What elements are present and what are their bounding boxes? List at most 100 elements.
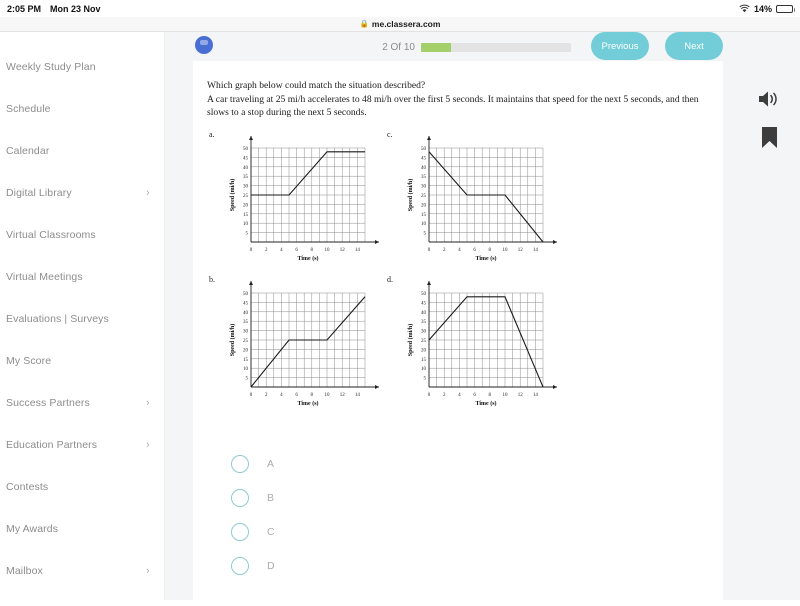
graph-option-a[interactable]: a. 0 2 4 6 8 10 12 14 5 10 15 20 25 30 35 40 45 50 Time (s)… — [207, 130, 383, 275]
svg-text:45: 45 — [421, 301, 427, 306]
svg-text:50: 50 — [421, 147, 427, 152]
question-body: A car traveling at 25 mi/h accelerates t… — [207, 93, 699, 119]
svg-text:35: 35 — [421, 175, 427, 180]
svg-text:35: 35 — [421, 320, 427, 325]
quiz-progress-bar: 2 Of 10 Previous Next — [193, 18, 723, 60]
sidebar-item-virtual-meetings[interactable]: Virtual Meetings — [0, 256, 164, 298]
question-side-actions — [756, 87, 782, 149]
svg-text:25: 25 — [243, 339, 249, 344]
answer-option-c[interactable]: C — [231, 515, 709, 549]
speaker-icon[interactable] — [756, 87, 782, 111]
answer-option-a[interactable]: A — [231, 447, 709, 481]
ipad-status-bar: 2:05 PM Mon 23 Nov 14% — [0, 0, 800, 17]
sidebar-item-weekly-study-plan[interactable]: Weekly Study Plan — [0, 46, 164, 88]
svg-text:35: 35 — [243, 175, 249, 180]
svg-text:10: 10 — [325, 393, 331, 398]
svg-text:14: 14 — [355, 393, 361, 398]
svg-text:4: 4 — [458, 393, 461, 398]
svg-text:20: 20 — [243, 348, 249, 353]
svg-text:25: 25 — [243, 194, 249, 199]
app-body: Weekly Study Plan Schedule Calendar Digital… — [0, 32, 800, 606]
progress-bar-track — [421, 43, 571, 52]
sidebar-item-label: Mailbox — [6, 565, 43, 577]
sidebar-item-label: Calendar — [6, 145, 50, 157]
svg-text:2: 2 — [443, 393, 446, 398]
sidebar-item-label: Weekly Study Plan — [6, 61, 96, 73]
svg-text:30: 30 — [243, 329, 249, 334]
radio-button[interactable] — [231, 556, 249, 575]
graph-option-c[interactable]: c. 0 2 4 6 8 10 12 14 5 10 15 20 25 30 35 40 45 50 Time (s)… — [385, 130, 561, 275]
sidebar-item-label: Digital Library — [6, 187, 72, 199]
svg-text:30: 30 — [421, 184, 427, 189]
svg-text:0: 0 — [428, 393, 431, 398]
graph-letter-label: c. — [387, 129, 393, 139]
svg-text:5: 5 — [424, 376, 427, 381]
sidebar-item-education-partners[interactable]: Education Partners › — [0, 424, 164, 466]
svg-text:14: 14 — [533, 248, 539, 253]
sidebar-item-success-partners[interactable]: Success Partners › — [0, 382, 164, 424]
chevron-right-icon: › — [146, 186, 150, 199]
svg-text:12: 12 — [518, 248, 524, 253]
status-bar-right: 14% — [739, 4, 795, 14]
svg-text:50: 50 — [243, 292, 249, 297]
previous-button[interactable]: Previous — [591, 32, 649, 60]
radio-button[interactable] — [231, 488, 249, 507]
svg-text:25: 25 — [421, 339, 427, 344]
svg-text:10: 10 — [503, 248, 509, 253]
graph-option-b[interactable]: b. 0 2 4 6 8 10 12 14 5 10 15 20 25 30 35 40 45 50 Time (s)… — [207, 275, 383, 425]
svg-text:5: 5 — [246, 231, 249, 236]
svg-text:20: 20 — [243, 203, 249, 208]
svg-text:8: 8 — [489, 248, 492, 253]
avatar-icon[interactable] — [195, 36, 213, 54]
sidebar-item-calendar[interactable]: Calendar — [0, 130, 164, 172]
wifi-icon — [739, 4, 750, 13]
svg-text:10: 10 — [421, 367, 427, 372]
bookmark-icon[interactable] — [756, 125, 782, 149]
svg-text:Time (s): Time (s) — [297, 400, 318, 407]
svg-text:45: 45 — [421, 156, 427, 161]
svg-text:50: 50 — [421, 292, 427, 297]
graph-option-d[interactable]: d. 0 2 4 6 8 10 12 14 5 10 15 20 25 30 35 40 45 50 Time (s)… — [385, 275, 561, 425]
sidebar-item-label: Contests — [6, 481, 49, 493]
battery-icon — [776, 4, 795, 13]
sidebar-item-my-score[interactable]: My Score — [0, 340, 164, 382]
sidebar-item-label: Schedule — [6, 103, 51, 115]
svg-text:6: 6 — [295, 248, 298, 253]
sidebar-item-schedule[interactable]: Schedule — [0, 88, 164, 130]
svg-text:Speed (mi/h): Speed (mi/h) — [229, 324, 236, 357]
sidebar-item-label: Virtual Classrooms — [6, 229, 96, 241]
answer-option-b[interactable]: B — [231, 481, 709, 515]
svg-text:45: 45 — [243, 156, 249, 161]
sidebar-item-virtual-classrooms[interactable]: Virtual Classrooms — [0, 214, 164, 256]
svg-text:Speed (mi/h): Speed (mi/h) — [407, 324, 414, 357]
svg-text:6: 6 — [295, 393, 298, 398]
sidebar-item-label: Evaluations | Surveys — [6, 313, 109, 325]
svg-text:30: 30 — [421, 329, 427, 334]
svg-text:2: 2 — [443, 248, 446, 253]
answer-option-d[interactable]: D — [231, 549, 709, 583]
svg-text:6: 6 — [473, 393, 476, 398]
svg-text:2: 2 — [265, 393, 268, 398]
question-prompt: Which graph below could match the situat… — [207, 80, 426, 91]
sidebar-item-evaluations-surveys[interactable]: Evaluations | Surveys — [0, 298, 164, 340]
svg-text:14: 14 — [355, 248, 361, 253]
next-button[interactable]: Next — [665, 32, 723, 60]
sidebar-item-digital-library[interactable]: Digital Library › — [0, 172, 164, 214]
svg-text:35: 35 — [243, 320, 249, 325]
sidebar-item-contests[interactable]: Contests — [0, 466, 164, 508]
sidebar-item-mailbox[interactable]: Mailbox › — [0, 550, 164, 592]
svg-text:20: 20 — [421, 203, 427, 208]
svg-text:20: 20 — [421, 348, 427, 353]
sidebar-item-label: Education Partners — [6, 439, 98, 451]
radio-button[interactable] — [231, 522, 249, 541]
sidebar-item-my-awards[interactable]: My Awards — [0, 508, 164, 550]
svg-text:14: 14 — [533, 393, 539, 398]
svg-text:15: 15 — [421, 358, 427, 363]
svg-text:15: 15 — [243, 358, 249, 363]
chevron-right-icon: › — [146, 438, 150, 451]
radio-button[interactable] — [231, 454, 249, 473]
svg-text:Speed (mi/h): Speed (mi/h) — [407, 179, 414, 212]
svg-text:5: 5 — [424, 231, 427, 236]
answer-options-list: A B C D — [207, 447, 709, 583]
svg-text:8: 8 — [311, 393, 314, 398]
